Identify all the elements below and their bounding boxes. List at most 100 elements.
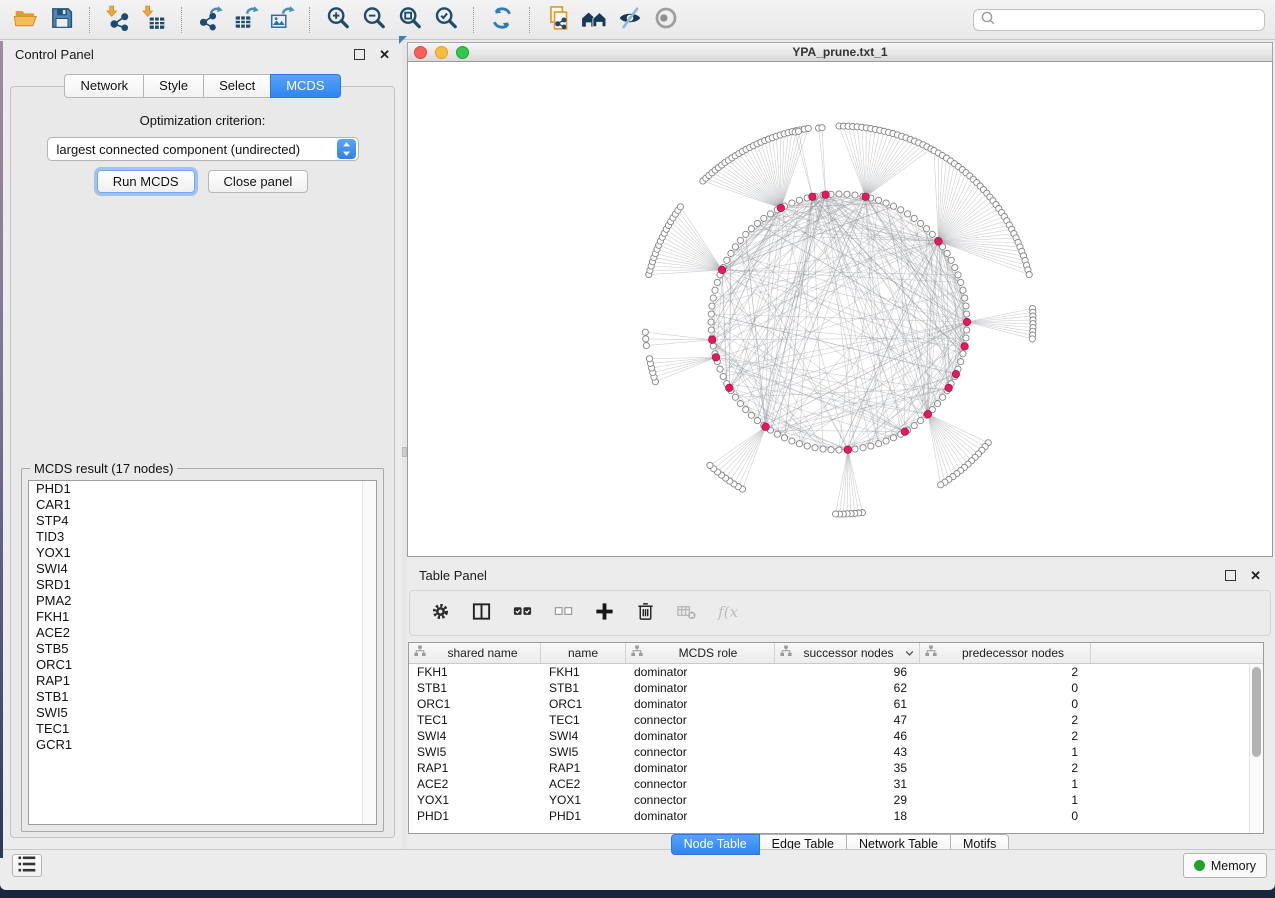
- select-all-button[interactable]: [510, 601, 534, 625]
- mcds-result-item[interactable]: TEC1: [29, 721, 376, 737]
- table-cell: FKH1: [409, 664, 541, 680]
- table-cell: 2: [920, 712, 1091, 728]
- mcds-result-item[interactable]: STP4: [29, 513, 376, 529]
- mcds-result-item[interactable]: ACE2: [29, 625, 376, 641]
- column-header-predecessor-nodes[interactable]: predecessor nodes: [920, 643, 1091, 663]
- hide-selected-button[interactable]: [612, 4, 648, 36]
- node-table: shared namenameMCDS rolesuccessor nodesp…: [408, 642, 1264, 834]
- mcds-result-item[interactable]: PMA2: [29, 593, 376, 609]
- zoom-in-icon: [325, 5, 351, 34]
- column-header-name[interactable]: name: [541, 643, 626, 663]
- tab-network[interactable]: Network: [64, 74, 144, 98]
- tab-node-table[interactable]: Node Table: [671, 834, 760, 855]
- mcds-result-item[interactable]: ORC1: [29, 657, 376, 673]
- control-panel-close-button[interactable]: ✕: [379, 50, 390, 60]
- column-header-shared-name[interactable]: shared name: [409, 643, 541, 663]
- tab-style[interactable]: Style: [143, 74, 204, 98]
- mcds-result-item[interactable]: STB1: [29, 689, 376, 705]
- table-row[interactable]: SWI4SWI4dominator462: [409, 728, 1263, 744]
- table-cell: STB1: [541, 680, 626, 696]
- export-table-button[interactable]: [228, 4, 264, 36]
- zoom-in-button[interactable]: [320, 4, 356, 36]
- export-table-icon: [233, 5, 259, 34]
- table-scrollbar[interactable]: [1249, 664, 1263, 833]
- deselect-all-button[interactable]: [551, 601, 575, 625]
- export-network-button[interactable]: [192, 4, 228, 36]
- mcds-result-item[interactable]: GCR1: [29, 737, 376, 753]
- trash-button[interactable]: [633, 601, 657, 625]
- mcds-result-item[interactable]: SWI5: [29, 705, 376, 721]
- mcds-result-item[interactable]: FKH1: [29, 609, 376, 625]
- memory-button-label: Memory: [1211, 859, 1256, 873]
- table-cell: RAP1: [541, 760, 626, 776]
- tree-icon: [925, 644, 937, 662]
- mcds-result-list[interactable]: PHD1CAR1STP4TID3YOX1SWI4SRD1PMA2FKH1ACE2…: [28, 480, 377, 825]
- table-scrollbar-thumb[interactable]: [1252, 667, 1261, 757]
- mcds-result-item[interactable]: YOX1: [29, 545, 376, 561]
- table-row[interactable]: STB1STB1dominator620: [409, 680, 1263, 696]
- close-mcds-panel-button[interactable]: Close panel: [208, 170, 309, 193]
- table-cell: 0: [920, 696, 1091, 712]
- table-row[interactable]: ORC1ORC1dominator610: [409, 696, 1263, 712]
- table-row[interactable]: PHD1PHD1dominator180: [409, 808, 1263, 824]
- import-network-button[interactable]: [100, 4, 136, 36]
- table-row[interactable]: YOX1YOX1connector291: [409, 792, 1263, 808]
- export-image-button[interactable]: [264, 4, 300, 36]
- share-document-button[interactable]: [540, 4, 576, 36]
- sort-chevron-icon[interactable]: [905, 644, 914, 662]
- table-cell: connector: [626, 744, 775, 760]
- table-cell: FKH1: [541, 664, 626, 680]
- column-header-MCDS-role[interactable]: MCDS role: [626, 643, 775, 663]
- toolbar-icon-groups: [8, 0, 684, 39]
- network-window-titlebar[interactable]: YPA_prune.txt_1: [407, 42, 1273, 62]
- optimization-select[interactable]: largest connected component (undirected): [47, 137, 359, 161]
- status-list-button[interactable]: [12, 854, 42, 877]
- mcds-result-item[interactable]: CAR1: [29, 497, 376, 513]
- control-panel-title: Control Panel: [15, 47, 94, 62]
- table-panel-float-button[interactable]: [1225, 570, 1236, 581]
- zoom-fit-button[interactable]: [392, 4, 428, 36]
- status-bar: Memory: [3, 849, 1275, 882]
- table-row[interactable]: SWI5SWI5connector431: [409, 744, 1263, 760]
- function-button: f(x): [715, 601, 739, 625]
- table-row[interactable]: RAP1RAP1dominator352: [409, 760, 1263, 776]
- column-header-successor-nodes[interactable]: successor nodes: [775, 643, 920, 663]
- table-panel-close-button[interactable]: ✕: [1250, 571, 1261, 581]
- optimization-select-value: largest connected component (undirected): [48, 142, 337, 157]
- mcds-result-item[interactable]: SRD1: [29, 577, 376, 593]
- save-button[interactable]: [44, 4, 80, 36]
- search-field[interactable]: [973, 9, 1265, 31]
- mcds-result-item[interactable]: STB5: [29, 641, 376, 657]
- refresh-button[interactable]: [484, 4, 520, 36]
- mcds-result-item[interactable]: SWI4: [29, 561, 376, 577]
- mcds-result-item[interactable]: PHD1: [29, 481, 376, 497]
- table-cell: 96: [775, 664, 920, 680]
- run-mcds-button[interactable]: Run MCDS: [97, 170, 195, 193]
- tab-mcds[interactable]: MCDS: [270, 74, 340, 98]
- table-row[interactable]: TEC1TEC1connector472: [409, 712, 1263, 728]
- mcds-list-scrollbar[interactable]: [362, 481, 376, 824]
- mcds-tab-panel: Optimization criterion: largest connecte…: [10, 86, 395, 838]
- tab-select[interactable]: Select: [203, 74, 271, 98]
- columns-button[interactable]: [469, 601, 493, 625]
- homes-button[interactable]: [576, 4, 612, 36]
- search-input[interactable]: [1000, 12, 1258, 28]
- mcds-result-item[interactable]: RAP1: [29, 673, 376, 689]
- control-panel-float-button[interactable]: [354, 49, 365, 60]
- add-button[interactable]: [592, 601, 616, 625]
- open-button[interactable]: [8, 4, 44, 36]
- mcds-result-item[interactable]: TID3: [29, 529, 376, 545]
- tree-icon: [414, 644, 426, 662]
- import-table-button[interactable]: [136, 4, 172, 36]
- zoom-out-button[interactable]: [356, 4, 392, 36]
- memory-button[interactable]: Memory: [1183, 853, 1267, 878]
- zoom-selected-button[interactable]: [428, 4, 464, 36]
- show-preview-button[interactable]: [648, 4, 684, 36]
- table-row[interactable]: ACE2ACE2connector311: [409, 776, 1263, 792]
- table-cell: 0: [920, 680, 1091, 696]
- table-cell: 18: [775, 808, 920, 824]
- table-row[interactable]: FKH1FKH1dominator962: [409, 664, 1263, 680]
- gear-button[interactable]: [428, 601, 452, 625]
- network-canvas[interactable]: [407, 62, 1273, 557]
- export-network-icon: [197, 5, 223, 34]
